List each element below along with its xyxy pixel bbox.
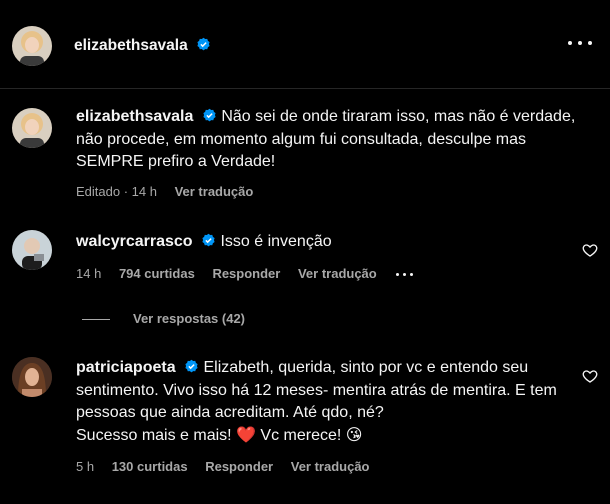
view-replies-label: Ver respostas (42): [133, 311, 246, 326]
more-options-icon[interactable]: [568, 38, 592, 48]
comment-meta: 14 h 794 curtidas Responder Ver tradução: [76, 266, 428, 281]
heart-icon[interactable]: [582, 242, 598, 258]
likes-count[interactable]: 130 curtidas: [112, 459, 188, 474]
verified-badge-icon: [203, 108, 216, 122]
comment-meta: 5 h 130 curtidas Responder Ver tradução: [76, 459, 384, 474]
verified-badge-icon: [185, 359, 198, 373]
comment-body: patriciapoeta Elizabeth, querida, sinto …: [76, 357, 576, 447]
translate-button[interactable]: Ver tradução: [291, 459, 370, 474]
comment-body: elizabethsavala Não sei de onde tiraram …: [76, 106, 576, 174]
comment-body: walcyrcarrasco Isso é invenção: [76, 231, 576, 254]
verified-badge-icon: [202, 233, 215, 247]
comment-text-line-2: Sucesso mais e mais! ❤️ Vc merece! 😘: [76, 426, 363, 444]
view-replies-button[interactable]: Ver respostas (42): [82, 311, 245, 326]
comment-options-icon[interactable]: [396, 272, 414, 278]
translate-button[interactable]: Ver tradução: [298, 266, 377, 281]
translate-button[interactable]: Ver tradução: [175, 184, 254, 199]
reply-button[interactable]: Responder: [212, 266, 280, 281]
comment-text: Isso é invenção: [220, 233, 332, 250]
reply-button[interactable]: Responder: [205, 459, 273, 474]
post-header: elizabethsavala: [0, 0, 610, 89]
comment-meta: Editado · 14 h Ver tradução: [76, 184, 267, 199]
comment-time: 14 h: [76, 266, 102, 281]
comment-username[interactable]: patriciapoeta: [76, 359, 176, 376]
comment-edited-time: Editado · 14 h: [76, 184, 157, 199]
avatar[interactable]: [12, 108, 52, 148]
comment-username[interactable]: walcyrcarrasco: [76, 233, 193, 250]
header-author[interactable]: elizabethsavala: [74, 37, 211, 55]
avatar[interactable]: [12, 26, 52, 66]
comment-time: 5 h: [76, 459, 95, 474]
heart-icon[interactable]: [582, 368, 598, 384]
replies-divider-line: [82, 319, 110, 321]
comment-username[interactable]: elizabethsavala: [76, 108, 193, 125]
avatar[interactable]: [12, 230, 52, 270]
likes-count[interactable]: 794 curtidas: [119, 266, 195, 281]
verified-badge-icon: [197, 37, 210, 51]
author-username[interactable]: elizabethsavala: [74, 37, 188, 54]
avatar[interactable]: [12, 357, 52, 397]
